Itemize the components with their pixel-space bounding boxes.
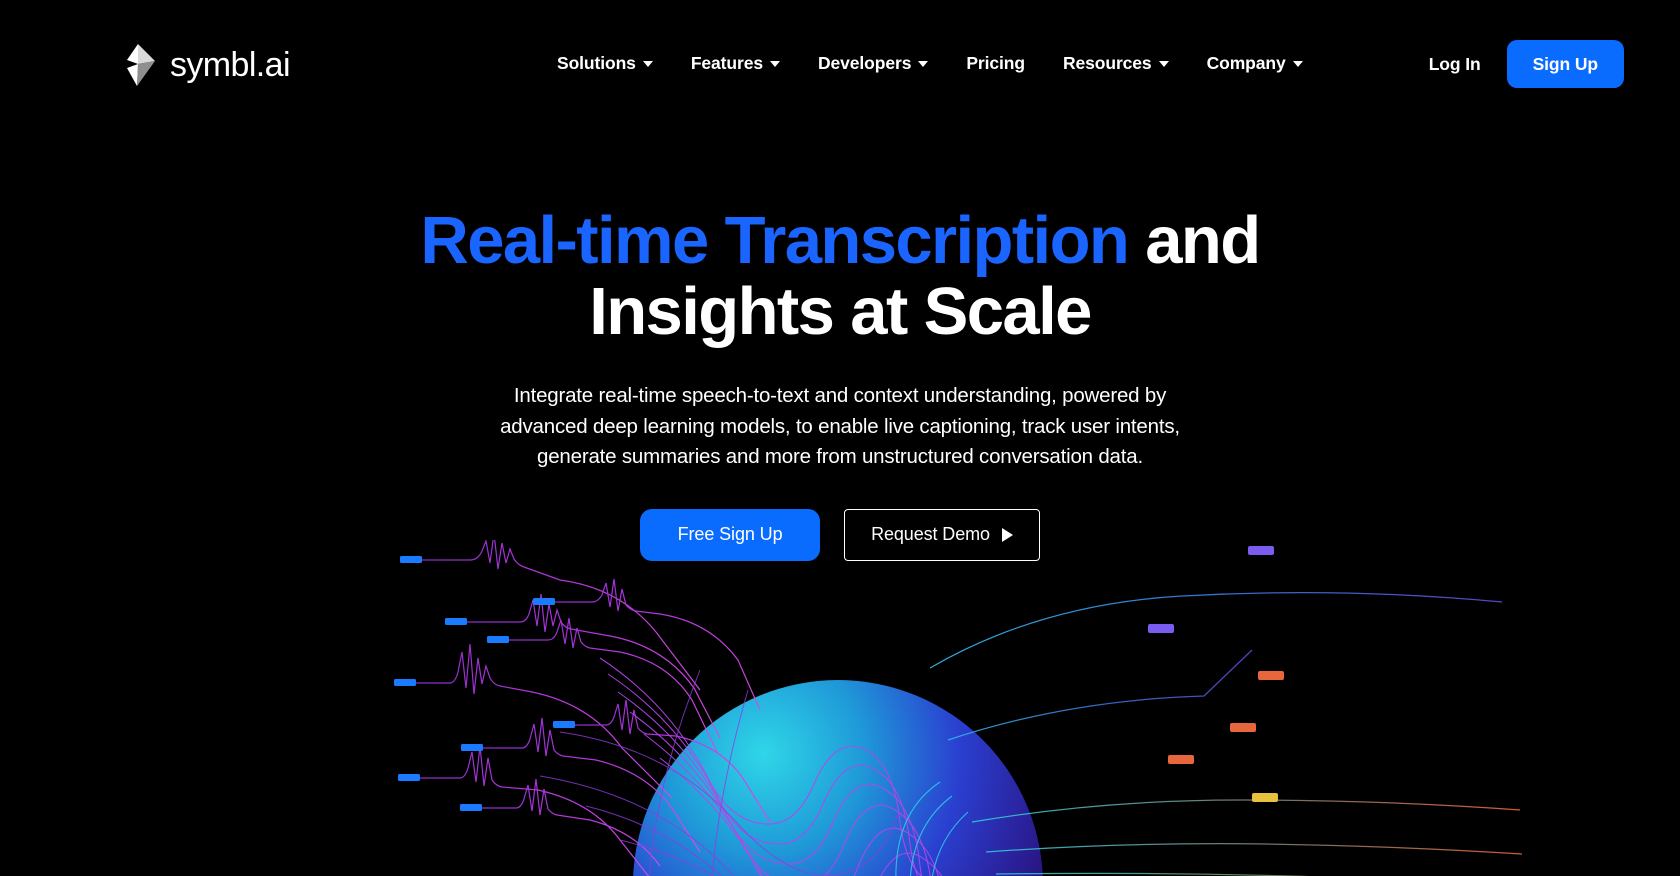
chevron-down-icon <box>769 61 780 67</box>
auth-actions: Log In Sign Up <box>1429 40 1624 88</box>
free-sign-up-button[interactable]: Free Sign Up <box>640 508 821 561</box>
nav-item-features[interactable]: Features <box>672 48 799 78</box>
signup-button[interactable]: Sign Up <box>1506 40 1624 88</box>
left-waveform-traces <box>400 540 771 876</box>
hero-subheading: Integrate real-time speech-to-text and c… <box>500 384 1180 469</box>
brand-logo[interactable]: symbl.ai <box>125 44 291 86</box>
login-link[interactable]: Log In <box>1429 54 1481 75</box>
brand-name: symbl.ai <box>170 46 291 84</box>
request-demo-button[interactable]: Request Demo <box>844 508 1040 561</box>
nav-item-solutions[interactable]: Solutions <box>538 48 672 78</box>
globe-audio-waveform-graphic <box>0 540 1680 876</box>
chevron-down-icon <box>1158 61 1169 67</box>
page-title: Real-time Transcription and Insights at … <box>360 205 1320 347</box>
chevron-down-icon <box>642 61 653 67</box>
right-flow-lines <box>929 592 1523 876</box>
sphere-ridge-lines-secondary <box>539 669 899 876</box>
nav-label: Company <box>1206 52 1286 73</box>
hero-cta-group: Free Sign Up Request Demo <box>640 508 1040 561</box>
play-arrow-icon <box>1001 527 1013 542</box>
nav-label: Resources <box>1062 52 1152 73</box>
nav-label: Developers <box>817 52 912 73</box>
headline-accent: Real-time Transcription <box>420 203 1129 278</box>
nav-label: Features <box>690 52 763 73</box>
chevron-down-icon <box>918 61 929 67</box>
chevron-down-icon <box>1292 61 1303 67</box>
nav-label: Solutions <box>557 52 636 73</box>
left-tick-markers <box>394 556 575 811</box>
landing-page: symbl.ai Solutions Features Developers P… <box>0 0 1680 876</box>
right-end-markers <box>1148 546 1284 802</box>
nav-item-resources[interactable]: Resources <box>1044 48 1188 78</box>
sphere-shape <box>633 680 1043 876</box>
sphere-ridge-lines <box>599 657 943 876</box>
nav-item-developers[interactable]: Developers <box>799 48 947 78</box>
nav-item-company[interactable]: Company <box>1188 48 1322 78</box>
hero-section: Real-time Transcription and Insights at … <box>0 0 1680 876</box>
hero-content: Real-time Transcription and Insights at … <box>0 205 1680 561</box>
symbl-diamond-logo-icon <box>127 44 155 86</box>
site-header: symbl.ai Solutions Features Developers P… <box>0 0 1680 128</box>
main-navigation: Solutions Features Developers Pricing Re… <box>538 48 1322 78</box>
sphere-flow-tails <box>895 781 969 876</box>
nav-label: Pricing <box>966 52 1025 73</box>
request-demo-label: Request Demo <box>871 524 990 545</box>
nav-item-pricing[interactable]: Pricing <box>947 48 1044 78</box>
visual-svg <box>394 540 1523 876</box>
